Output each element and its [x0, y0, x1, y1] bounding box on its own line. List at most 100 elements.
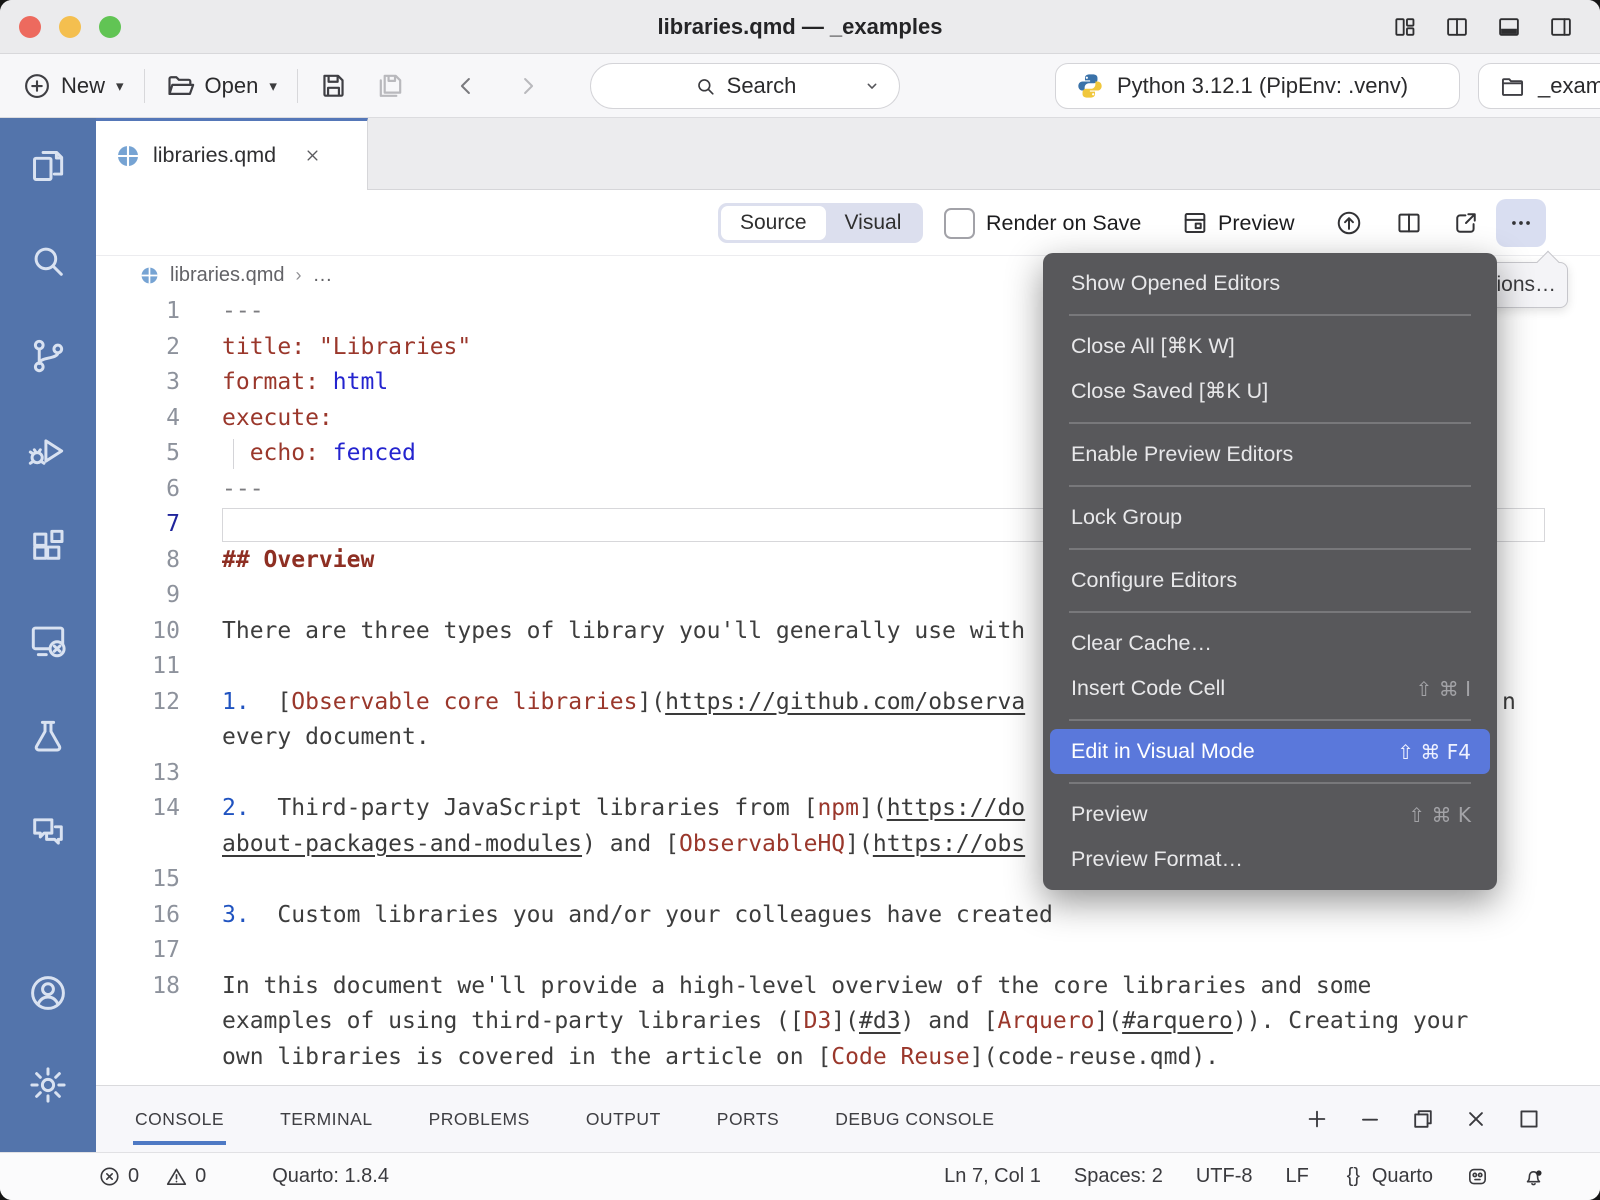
- menu-item-enable-preview-editors[interactable]: Enable Preview Editors: [1050, 432, 1490, 477]
- split-editor-icon[interactable]: [1395, 209, 1423, 237]
- account-icon: [27, 972, 69, 1014]
- indentation-status[interactable]: Spaces: 2: [1074, 1165, 1163, 1188]
- panel-tab-problems[interactable]: PROBLEMS: [427, 1101, 532, 1138]
- menu-separator: [1043, 306, 1497, 324]
- error-icon: [98, 1165, 121, 1188]
- comments-icon[interactable]: [24, 807, 72, 855]
- breadcrumb-file[interactable]: libraries.qmd: [170, 264, 284, 287]
- project-selector[interactable]: _examples: [1478, 63, 1600, 109]
- toggle-panel-icon[interactable]: [1496, 14, 1522, 40]
- eol-status[interactable]: LF: [1286, 1165, 1309, 1188]
- quarto-icon: [140, 266, 159, 285]
- panel-tab-output[interactable]: OUTPUT: [584, 1101, 663, 1138]
- code-line[interactable]: 163. Custom libraries you and/or your co…: [96, 898, 1600, 934]
- menu-item-close-saved-k-u[interactable]: Close Saved [⌘K U]: [1050, 369, 1490, 414]
- minimize-icon[interactable]: [1357, 1106, 1383, 1132]
- open-external-icon[interactable]: [1452, 209, 1480, 237]
- editor-toolbar: Source Visual Render on Save Preview: [96, 190, 1600, 256]
- publish-icon[interactable]: [1335, 209, 1363, 237]
- customize-layout-icon[interactable]: [1392, 14, 1418, 40]
- code-line[interactable]: 18In this document we'll provide a high-…: [96, 969, 1600, 1005]
- menu-item-lock-group[interactable]: Lock Group: [1050, 495, 1490, 540]
- interpreter-label: Python 3.12.1 (PipEnv: .venv): [1117, 73, 1408, 99]
- line-number: 7: [96, 507, 180, 543]
- search-icon[interactable]: [24, 237, 72, 285]
- search-box[interactable]: Search: [590, 63, 900, 109]
- plus-circle-icon: [22, 71, 52, 101]
- line-number: 1: [96, 294, 180, 330]
- warnings-status[interactable]: 0: [165, 1165, 206, 1188]
- panel-tab-ports[interactable]: PORTS: [715, 1101, 781, 1138]
- line-number: 14: [96, 791, 180, 827]
- save-icon[interactable]: [318, 70, 349, 101]
- menu-separator: [1043, 711, 1497, 729]
- bottom-panel: CONSOLE TERMINAL PROBLEMS OUTPUT PORTS DEBUG …: [96, 1085, 1600, 1152]
- mode-toggle: Source Visual: [718, 203, 923, 243]
- notifications-status[interactable]: [1522, 1165, 1545, 1188]
- close-icon[interactable]: [1463, 1106, 1489, 1132]
- back-icon[interactable]: [452, 72, 480, 100]
- line-number: 11: [96, 649, 180, 685]
- feedback-status[interactable]: [1466, 1165, 1489, 1188]
- titlebar: libraries.qmd — _examples: [0, 0, 1600, 54]
- menu-item-show-opened-editors[interactable]: Show Opened Editors: [1050, 261, 1490, 306]
- breadcrumb-ellipsis[interactable]: …: [312, 264, 332, 287]
- maximize-icon[interactable]: [1516, 1106, 1542, 1132]
- source-control-icon[interactable]: [24, 332, 72, 380]
- account-icon[interactable]: [24, 969, 72, 1017]
- tab-libraries-qmd[interactable]: libraries.qmd: [96, 118, 368, 190]
- panel-tab-terminal[interactable]: TERMINAL: [278, 1101, 374, 1138]
- extensions-icon[interactable]: [24, 522, 72, 570]
- open-button[interactable]: Open ▾: [165, 70, 277, 101]
- menu-item-edit-in-visual-mode[interactable]: Edit in Visual Mode⇧ ⌘ F4: [1050, 729, 1490, 774]
- language-mode-status[interactable]: {}Quarto: [1342, 1165, 1433, 1188]
- save-all-icon[interactable]: [375, 70, 406, 101]
- interpreter-selector[interactable]: Python 3.12.1 (PipEnv: .venv): [1055, 63, 1460, 109]
- panel-tab-console[interactable]: CONSOLE: [133, 1101, 226, 1138]
- explorer-icon: [27, 145, 69, 187]
- preview-icon[interactable]: [1181, 209, 1209, 237]
- cursor-position-status[interactable]: Ln 7, Col 1: [944, 1165, 1041, 1188]
- render-on-save-label: Render on Save: [986, 190, 1141, 256]
- menu-item-insert-code-cell[interactable]: Insert Code Cell⇧ ⌘ I: [1050, 666, 1490, 711]
- menu-item-configure-editors[interactable]: Configure Editors: [1050, 558, 1490, 603]
- code-line[interactable]: own libraries is covered in the article …: [96, 1040, 1600, 1076]
- settings-gear-icon: [27, 1064, 69, 1106]
- more-actions-button[interactable]: [1496, 199, 1546, 247]
- render-on-save-checkbox[interactable]: [944, 208, 975, 239]
- source-mode-button[interactable]: Source: [721, 206, 826, 240]
- code-line[interactable]: examples of using third-party libraries …: [96, 1004, 1600, 1040]
- app-window: libraries.qmd — _examples New ▾ Open ▾: [0, 0, 1600, 1200]
- menu-item-clear-cache[interactable]: Clear Cache…: [1050, 621, 1490, 666]
- preview-label[interactable]: Preview: [1218, 190, 1294, 256]
- line-number: 9: [96, 578, 180, 614]
- search-label: Search: [727, 73, 797, 99]
- run-debug-icon[interactable]: [24, 427, 72, 475]
- menu-separator: [1043, 540, 1497, 558]
- testing-icon[interactable]: [24, 712, 72, 760]
- menu-shortcut: ⇧ ⌘ I: [1416, 677, 1471, 701]
- open-folder-icon: [165, 70, 196, 101]
- visual-mode-button[interactable]: Visual: [826, 206, 921, 240]
- restore-icon[interactable]: [1410, 1106, 1436, 1132]
- search-icon: [27, 240, 69, 282]
- close-icon[interactable]: [303, 146, 322, 165]
- quarto-version-status[interactable]: Quarto: 1.8.4: [272, 1165, 389, 1188]
- settings-gear-icon[interactable]: [24, 1061, 72, 1109]
- remote-explorer-icon[interactable]: [24, 617, 72, 665]
- menu-item-preview[interactable]: Preview⇧ ⌘ K: [1050, 792, 1490, 837]
- new-button[interactable]: New ▾: [22, 71, 124, 101]
- split-editor-icon[interactable]: [1444, 14, 1470, 40]
- explorer-icon[interactable]: [24, 142, 72, 190]
- status-bar: 0 0 Quarto: 1.8.4 Ln 7, Col 1 Spaces: 2 UTF-…: [0, 1152, 1600, 1200]
- menu-item-close-all-k-w[interactable]: Close All [⌘K W]: [1050, 324, 1490, 369]
- forward-icon[interactable]: [514, 72, 542, 100]
- encoding-status[interactable]: UTF-8: [1196, 1165, 1253, 1188]
- secondary-sidebar-icon[interactable]: [1548, 14, 1574, 40]
- panel-tab-debug-console[interactable]: DEBUG CONSOLE: [833, 1101, 996, 1138]
- code-line[interactable]: 17: [96, 933, 1600, 969]
- menu-item-preview-format[interactable]: Preview Format…: [1050, 837, 1490, 882]
- extensions-icon: [27, 525, 69, 567]
- errors-status[interactable]: 0: [98, 1165, 139, 1188]
- add-icon[interactable]: [1304, 1106, 1330, 1132]
